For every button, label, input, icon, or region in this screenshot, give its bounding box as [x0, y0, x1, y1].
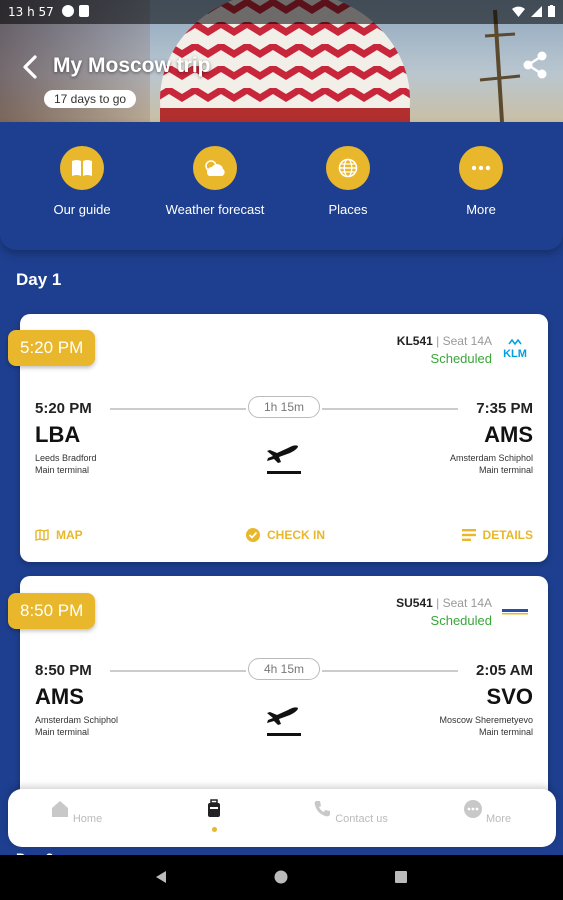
flight-status: Scheduled — [430, 351, 492, 366]
departure-airport-name: Amsterdam Schiphol — [35, 715, 119, 725]
nav-label: Home — [72, 813, 103, 825]
departure-airport-code: AMS — [35, 684, 84, 709]
system-recents-icon[interactable] — [394, 870, 408, 884]
system-icons — [512, 5, 555, 17]
quick-actions-bar: Our guide Weather forecast Places More — [0, 122, 563, 250]
flight-card[interactable]: SU541 | Seat 14A Scheduled 8:50 PM 4h 15… — [20, 576, 548, 816]
arrival-airport-name: Amsterdam Schiphol — [449, 453, 533, 463]
departure-airport-code: LBA — [35, 422, 81, 447]
status-time: 13 h 57 — [8, 5, 54, 19]
flight-duration: 4h 15m — [248, 658, 320, 680]
airplane-takeoff-icon — [267, 707, 301, 736]
klm-logo-icon: KLM — [503, 338, 527, 360]
flight-info: KL541 | Seat 14A Scheduled — [397, 334, 492, 366]
check-in-button[interactable]: CHECK IN — [246, 528, 325, 542]
departure-airport: Leeds Bradford Main terminal — [35, 452, 97, 476]
quick-action-guide[interactable]: Our guide — [17, 146, 147, 217]
more-dots-icon — [463, 800, 482, 818]
quick-action-label: Weather forecast — [165, 202, 265, 217]
share-icon[interactable] — [521, 50, 549, 80]
signal-icon — [531, 5, 542, 17]
battery-icon — [548, 5, 555, 17]
airplane-takeoff-icon — [267, 445, 301, 474]
arrival-airport-code: AMS — [484, 422, 533, 447]
svg-text:KLM: KLM — [503, 348, 527, 360]
home-icon — [51, 801, 68, 817]
arrival-terminal: Main terminal — [478, 465, 533, 475]
map-button[interactable]: MAP — [35, 528, 83, 542]
flight-card[interactable]: KL541 | Seat 14A Scheduled KLM 5:20 PM 1… — [20, 314, 548, 562]
details-button-label: DETAILS — [482, 528, 533, 542]
seat-number: Seat 14A — [442, 596, 492, 610]
arrival-airport-name: Moscow Sheremetyevo — [439, 715, 533, 725]
arrival-time: 7:35 PM — [476, 400, 533, 417]
departure-airport-name: Leeds Bradford — [35, 453, 97, 463]
back-arrow-icon[interactable] — [18, 54, 44, 80]
list-icon — [461, 529, 476, 541]
arrival-airport: Moscow Sheremetyevo Main terminal — [439, 714, 533, 738]
book-icon — [60, 146, 104, 190]
flight-number: KL541 — [396, 334, 433, 348]
bottom-navigation: Home Contact us More — [8, 789, 556, 847]
sim-icon — [79, 5, 89, 17]
quick-action-more[interactable]: More — [416, 146, 546, 217]
flight-info: SU541 | Seat 14A Scheduled — [396, 596, 492, 628]
check-circle-icon — [246, 528, 260, 542]
cloud-sun-icon — [193, 146, 237, 190]
quick-action-weather[interactable]: Weather forecast — [150, 146, 280, 217]
system-home-icon[interactable] — [274, 870, 288, 884]
route-line — [322, 408, 458, 410]
day-heading: Day 1 — [16, 270, 62, 289]
active-indicator — [211, 827, 217, 832]
details-button[interactable]: DETAILS — [461, 528, 533, 542]
quick-action-places[interactable]: Places — [283, 146, 413, 217]
quick-action-label: Our guide — [53, 202, 111, 217]
flight-time-badge: 8:50 PM — [8, 593, 96, 629]
departure-terminal: Main terminal — [35, 465, 90, 475]
nav-home[interactable]: Home — [16, 799, 136, 825]
seat-number: Seat 14A — [442, 334, 492, 348]
nav-label: More — [486, 813, 512, 825]
flight-number: SU541 — [396, 596, 433, 610]
arrival-terminal: Main terminal — [478, 727, 533, 737]
page-title: My Moscow trip — [53, 54, 211, 77]
quick-action-label: Places — [328, 202, 368, 217]
route-line — [110, 670, 246, 672]
departure-terminal: Main terminal — [35, 727, 90, 737]
nav-contact[interactable]: Contact us — [290, 799, 410, 825]
header-hero-image: 13 h 57 My Moscow trip 17 days to go — [0, 0, 563, 122]
arrival-time: 2:05 AM — [476, 662, 533, 679]
flight-status: Scheduled — [430, 613, 492, 628]
arrival-airport-code: SVO — [486, 684, 533, 709]
map-icon — [35, 529, 49, 541]
phone-icon — [314, 801, 331, 817]
check-in-button-label: CHECK IN — [267, 528, 326, 542]
route-line — [322, 670, 458, 672]
notification-icon — [62, 5, 74, 17]
departure-time: 8:50 PM — [35, 662, 92, 679]
quick-action-label: More — [466, 202, 496, 217]
map-button-label: MAP — [56, 528, 83, 542]
departure-time: 5:20 PM — [35, 400, 92, 417]
status-bar: 13 h 57 — [0, 0, 563, 24]
nav-label: Contact us — [335, 813, 388, 825]
notification-icons — [62, 5, 89, 17]
flight-duration: 1h 15m — [248, 396, 320, 418]
arrival-airport: Amsterdam Schiphol Main terminal — [450, 452, 533, 476]
nav-trip[interactable] — [154, 799, 274, 832]
flight-time-badge: 5:20 PM — [8, 330, 96, 366]
route-line — [110, 408, 246, 410]
system-navigation-bar — [0, 855, 563, 900]
system-back-icon[interactable] — [154, 870, 168, 884]
wifi-icon — [512, 6, 525, 17]
luggage-icon — [208, 799, 220, 817]
more-dots-icon — [459, 146, 503, 190]
countdown-badge: 17 days to go — [44, 90, 137, 108]
departure-airport: Amsterdam Schiphol Main terminal — [35, 714, 118, 738]
globe-icon — [326, 146, 370, 190]
aeroflot-logo-icon — [502, 609, 528, 615]
nav-more[interactable]: More — [427, 799, 547, 825]
